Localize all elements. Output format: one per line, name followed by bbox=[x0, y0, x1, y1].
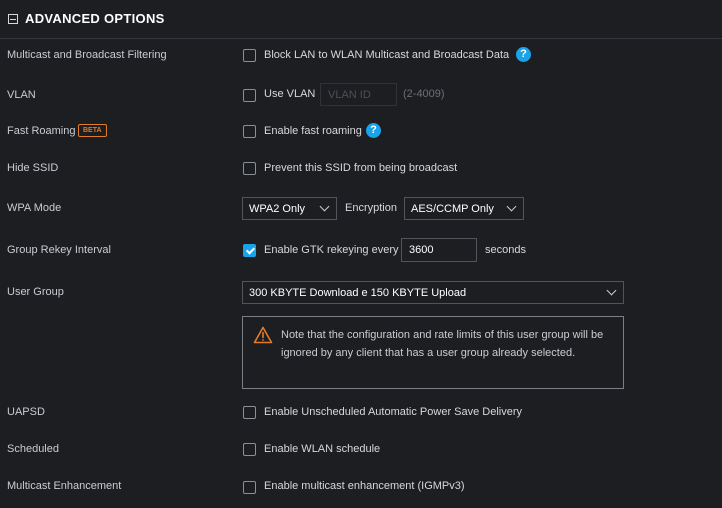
chevron-down-icon bbox=[319, 201, 330, 212]
vlan-range-hint: (2-4009) bbox=[403, 88, 445, 100]
vlan-id-input[interactable]: VLAN ID bbox=[320, 83, 397, 106]
group-rekey-label: Group Rekey Interval bbox=[7, 244, 111, 256]
hide-ssid-label: Hide SSID bbox=[7, 162, 59, 174]
rekey-interval-value: 3600 bbox=[409, 244, 434, 256]
multicast-enhancement-label: Multicast Enhancement bbox=[7, 480, 122, 492]
advanced-options-header[interactable]: ADVANCED OPTIONS bbox=[0, 0, 722, 39]
multicast-filtering-checkbox[interactable] bbox=[243, 49, 256, 62]
hide-ssid-option: Prevent this SSID from being broadcast bbox=[264, 162, 458, 174]
multicast-enhancement-option: Enable multicast enhancement (IGMPv3) bbox=[264, 480, 465, 492]
chevron-down-icon bbox=[506, 201, 517, 212]
encryption-select[interactable]: AES/CCMP Only bbox=[404, 197, 524, 220]
rekey-interval-input[interactable]: 3600 bbox=[401, 238, 477, 262]
fast-roaming-checkbox[interactable] bbox=[243, 125, 256, 138]
uapsd-option: Enable Unscheduled Automatic Power Save … bbox=[264, 406, 523, 418]
vlan-option: Use VLAN bbox=[264, 88, 316, 100]
user-group-value: 300 KBYTE Download e 150 KBYTE Upload bbox=[249, 286, 467, 299]
user-group-warning: Note that the configuration and rate lim… bbox=[242, 316, 624, 389]
wpa-mode-label: WPA Mode bbox=[7, 202, 62, 214]
group-rekey-checkbox[interactable] bbox=[243, 244, 256, 257]
encryption-label: Encryption bbox=[345, 202, 397, 214]
scheduled-checkbox[interactable] bbox=[243, 443, 256, 456]
warning-triangle-icon bbox=[253, 326, 273, 344]
multicast-filtering-label: Multicast and Broadcast Filtering bbox=[7, 49, 167, 61]
fast-roaming-option: Enable fast roaming bbox=[264, 125, 362, 137]
section-title: ADVANCED OPTIONS bbox=[25, 11, 165, 26]
help-circle-icon[interactable]: ? bbox=[516, 47, 531, 62]
scheduled-label: Scheduled bbox=[7, 443, 59, 455]
uapsd-checkbox[interactable] bbox=[243, 406, 256, 419]
hide-ssid-checkbox[interactable] bbox=[243, 162, 256, 175]
help-circle-icon[interactable]: ? bbox=[366, 123, 381, 138]
rekey-unit: seconds bbox=[485, 244, 526, 256]
warning-text: Note that the configuration and rate lim… bbox=[281, 329, 604, 359]
vlan-id-placeholder: VLAN ID bbox=[328, 88, 371, 101]
user-group-label: User Group bbox=[7, 286, 64, 298]
scheduled-option: Enable WLAN schedule bbox=[264, 443, 381, 455]
user-group-select[interactable]: 300 KBYTE Download e 150 KBYTE Upload bbox=[242, 281, 624, 304]
multicast-enhancement-checkbox[interactable] bbox=[243, 481, 256, 494]
multicast-filtering-option: Block LAN to WLAN Multicast and Broadcas… bbox=[264, 49, 510, 61]
encryption-value: AES/CCMP Only bbox=[411, 202, 494, 215]
vlan-label: VLAN bbox=[7, 89, 36, 101]
chevron-down-icon bbox=[606, 285, 617, 296]
wpa-mode-select[interactable]: WPA2 Only bbox=[242, 197, 337, 220]
collapse-minus-icon[interactable] bbox=[8, 14, 18, 24]
uapsd-label: UAPSD bbox=[7, 406, 45, 418]
vlan-checkbox[interactable] bbox=[243, 89, 256, 102]
wpa-mode-value: WPA2 Only bbox=[249, 202, 306, 215]
group-rekey-option: Enable GTK rekeying every bbox=[264, 244, 399, 256]
fast-roaming-label: Fast Roaming bbox=[7, 125, 76, 137]
beta-badge: BETA bbox=[78, 124, 107, 137]
